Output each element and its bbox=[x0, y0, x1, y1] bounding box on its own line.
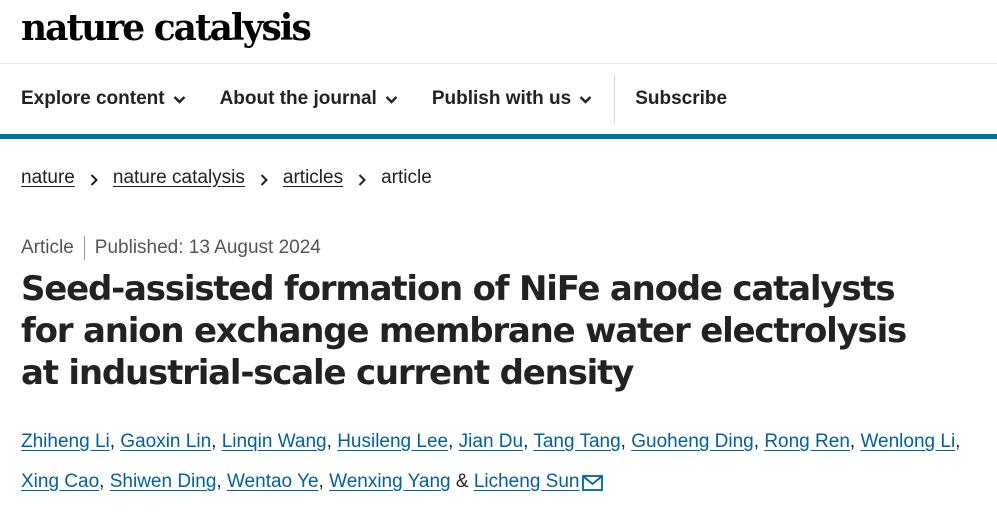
article-title: Seed-assisted formation of NiFe anode ca… bbox=[21, 269, 907, 393]
breadcrumb: nature nature catalysis articles article bbox=[0, 167, 997, 189]
chevron-down-icon bbox=[173, 93, 186, 106]
author-link[interactable]: Xing Cao bbox=[21, 471, 99, 492]
nav-explore-content[interactable]: Explore content bbox=[21, 64, 186, 134]
article-type: Article bbox=[21, 237, 74, 258]
journal-logo[interactable]: nature catalysis bbox=[21, 7, 312, 49]
chevron-down-icon bbox=[579, 93, 592, 106]
chevron-right-icon bbox=[87, 171, 101, 186]
author-link[interactable]: Linqin Wang bbox=[222, 431, 327, 452]
breadcrumb-nature[interactable]: nature bbox=[21, 167, 75, 189]
author-link[interactable]: Husileng Lee bbox=[337, 431, 448, 452]
nav-item-label: About the journal bbox=[219, 88, 377, 109]
author-link[interactable]: Gaoxin Lin bbox=[120, 431, 211, 452]
breadcrumb-nature-catalysis[interactable]: nature catalysis bbox=[113, 167, 245, 189]
chevron-right-icon bbox=[355, 171, 369, 186]
brand-bar: nature catalysis bbox=[0, 0, 997, 64]
author-link[interactable]: Wenxing Yang bbox=[329, 471, 450, 492]
chevron-right-icon bbox=[257, 171, 271, 186]
meta-divider bbox=[83, 236, 85, 260]
author-link[interactable]: Licheng Sun bbox=[474, 471, 580, 492]
author-link[interactable]: Wentao Ye bbox=[227, 471, 319, 492]
mail-icon[interactable] bbox=[582, 466, 604, 491]
nav-divider bbox=[614, 75, 616, 123]
subscribe-link[interactable]: Subscribe bbox=[635, 64, 727, 134]
author-list: Zhiheng Li, Gaoxin Lin, Linqin Wang, Hus… bbox=[21, 431, 961, 492]
article-meta: Article Published: 13 August 2024 bbox=[0, 236, 997, 260]
breadcrumb-current: article bbox=[381, 167, 432, 188]
published-date: Published: 13 August 2024 bbox=[94, 237, 321, 258]
author-link[interactable]: Shiwen Ding bbox=[110, 471, 217, 492]
chevron-down-icon bbox=[385, 93, 398, 106]
nav-item-label: Publish with us bbox=[431, 88, 572, 109]
nav-item-label: Explore content bbox=[21, 88, 165, 109]
author-link[interactable]: Zhiheng Li bbox=[21, 431, 110, 452]
breadcrumb-articles[interactable]: articles bbox=[283, 167, 343, 189]
page: nature catalysis Explore content About t… bbox=[0, 0, 997, 525]
author-link[interactable]: Guoheng Ding bbox=[631, 431, 754, 452]
author-link[interactable]: Jian Du bbox=[459, 431, 523, 452]
author-link[interactable]: Wenlong Li bbox=[860, 431, 955, 452]
nav-publish-with-us[interactable]: Publish with us bbox=[432, 64, 592, 134]
nav-about-journal[interactable]: About the journal bbox=[220, 64, 398, 134]
author-link[interactable]: Rong Ren bbox=[764, 431, 850, 452]
author-link[interactable]: Tang Tang bbox=[533, 431, 620, 452]
nav-accent-bar bbox=[0, 134, 997, 139]
main-nav: Explore content About the journal Publis… bbox=[0, 64, 997, 134]
subscribe-label: Subscribe bbox=[635, 88, 728, 109]
